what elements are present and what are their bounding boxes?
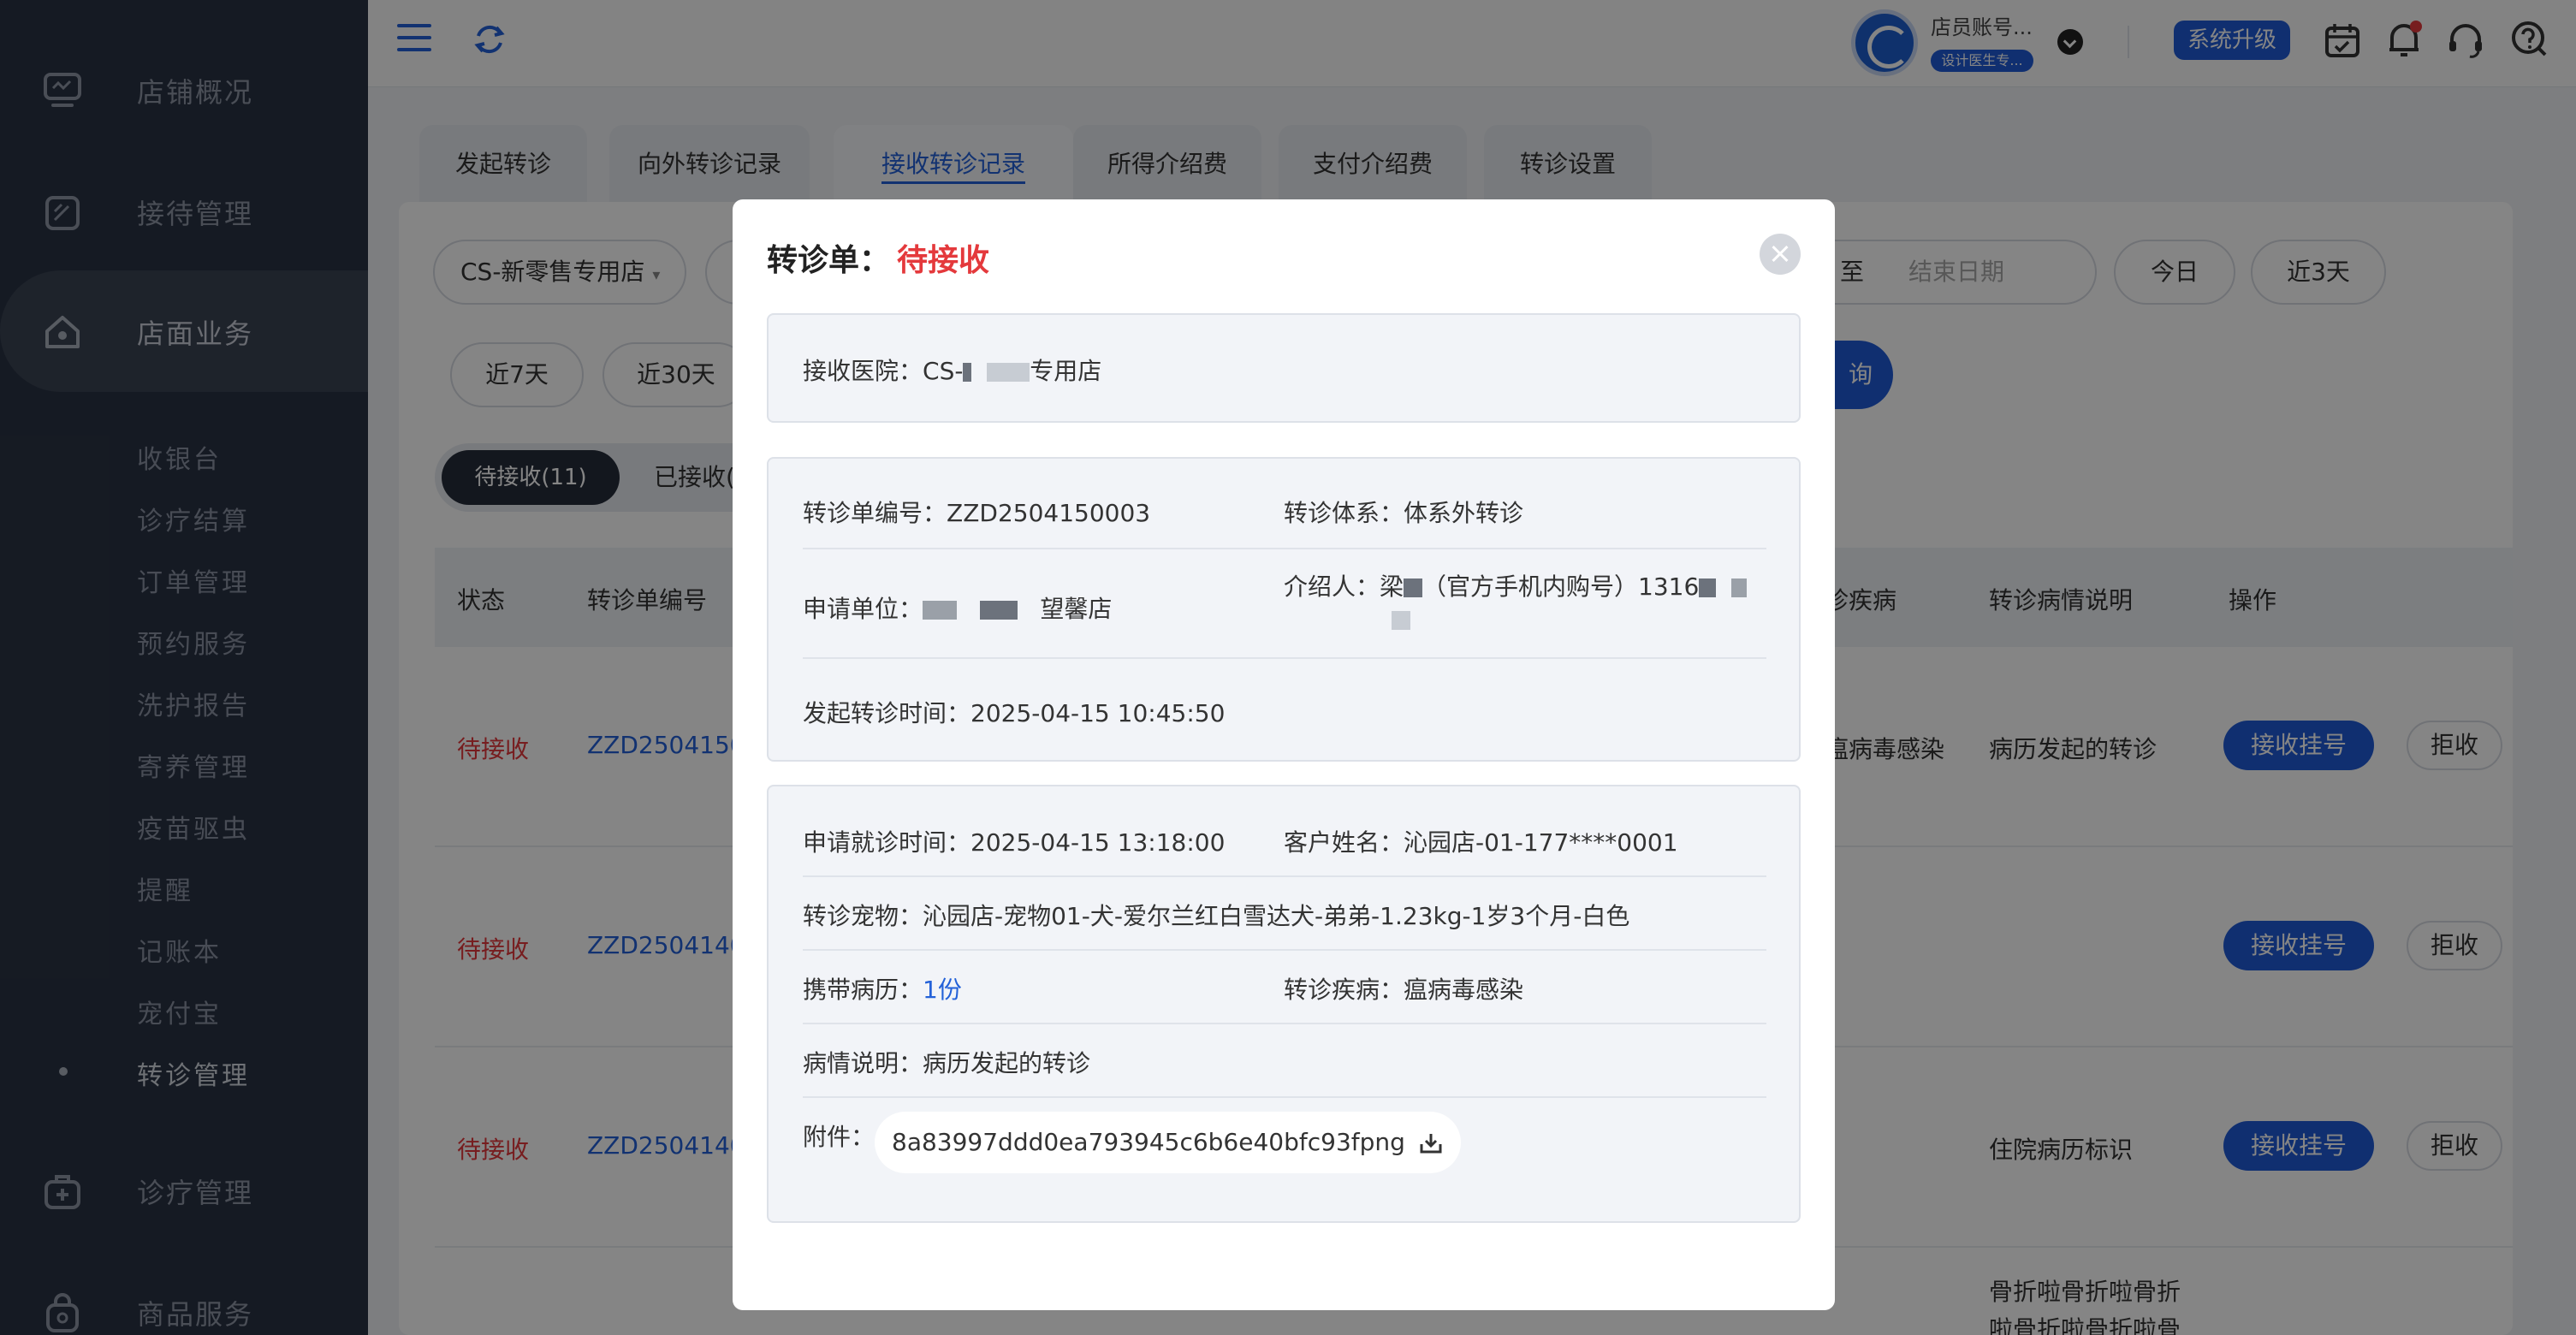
- condition-description: 病情说明：病历发起的转诊: [803, 1045, 1090, 1079]
- modal-title: 转诊单：: [767, 243, 891, 278]
- referral-info-section: 转诊单编号：ZZD2504150003 转诊体系：体系外转诊 申请单位： 望馨店…: [767, 457, 1801, 762]
- field-value: （官方手机内购号）1316: [1422, 573, 1700, 601]
- records-link[interactable]: 1份: [923, 976, 962, 1004]
- field-label: 转诊体系：: [1284, 499, 1404, 527]
- modal-status: 待接收: [897, 243, 990, 278]
- attachment-file[interactable]: 8a83997ddd0ea793945c6b6e40bfc93fpng: [875, 1112, 1461, 1173]
- attachment-filename: 8a83997ddd0ea793945c6b6e40bfc93fpng: [892, 1128, 1405, 1156]
- referral-start-time: 发起转诊时间：2025-04-15 10:45:50: [803, 695, 1225, 729]
- redacted: [987, 363, 1030, 382]
- field-value: 病历发起的转诊: [923, 1049, 1091, 1077]
- redacted: [923, 601, 958, 620]
- divider: [803, 657, 1766, 659]
- field-value: 专用店: [1030, 357, 1102, 385]
- field-label: 接收医院：: [803, 357, 923, 385]
- visit-info-section: 申请就诊时间：2025-04-15 13:18:00 客户姓名：沁园店-01-1…: [767, 785, 1801, 1223]
- redacted: [1392, 611, 1410, 630]
- attachment-label: 附件：: [803, 1123, 875, 1151]
- introducer: 介绍人：梁 （官方手机内购号）1316: [1284, 568, 1748, 602]
- medical-records: 携带病历：1份: [803, 971, 962, 1006]
- field-label: 客户姓名：: [1284, 828, 1404, 857]
- hospital-section: 接收医院：CS- 专用店: [767, 313, 1801, 423]
- field-label: 发起转诊时间：: [803, 699, 971, 727]
- referral-pet: 转诊宠物：沁园店-宠物01-犬-爱尔兰红白雪达犬-弟弟-1.23kg-1岁3个月…: [803, 898, 1629, 932]
- field-label: 介绍人：: [1284, 573, 1380, 601]
- customer-name: 客户姓名：沁园店-01-177****0001: [1284, 824, 1678, 858]
- field-label: 转诊单编号：: [803, 499, 947, 527]
- divider: [803, 1096, 1766, 1098]
- field-value: 2025-04-15 13:18:00: [970, 828, 1226, 857]
- redacted: [1699, 578, 1717, 597]
- field-value: 体系外转诊: [1404, 499, 1524, 527]
- download-icon[interactable]: [1418, 1130, 1444, 1156]
- field-value: 2025-04-15 10:45:50: [970, 699, 1226, 727]
- field-label: 申请就诊时间：: [803, 828, 971, 857]
- receiving-hospital: 接收医院：CS- 专用店: [803, 353, 1101, 387]
- divider: [803, 548, 1766, 549]
- field-value: 望馨店: [1040, 595, 1113, 623]
- field-label: 转诊宠物：: [803, 902, 923, 930]
- divider: [803, 1023, 1766, 1024]
- divider: [803, 875, 1766, 877]
- close-icon[interactable]: [1760, 234, 1801, 275]
- field-value: 沁园店-01-177****0001: [1404, 828, 1678, 857]
- field-label: 申请单位：: [803, 595, 923, 623]
- redacted: [1731, 578, 1748, 597]
- referral-system: 转诊体系：体系外转诊: [1284, 495, 1523, 529]
- referral-no: 转诊单编号：ZZD2504150003: [803, 495, 1150, 529]
- visit-time: 申请就诊时间：2025-04-15 13:18:00: [803, 824, 1225, 858]
- applicant-unit: 申请单位： 望馨店: [803, 590, 1112, 625]
- referral-detail-modal: 转诊单： 待接收 接收医院：CS- 专用店 转诊单编号：ZZD250415000…: [733, 199, 1835, 1310]
- field-label: 转诊疾病：: [1284, 976, 1404, 1004]
- redacted: [963, 363, 972, 382]
- field-label: 病情说明：: [803, 1049, 923, 1077]
- field-value: 梁: [1380, 573, 1404, 601]
- field-value: 瘟病毒感染: [1404, 976, 1524, 1004]
- field-value: ZZD2504150003: [947, 499, 1151, 527]
- field-value: CS-: [923, 357, 964, 385]
- divider: [803, 949, 1766, 951]
- field-label: 携带病历：: [803, 976, 923, 1004]
- referral-disease: 转诊疾病：瘟病毒感染: [1284, 971, 1523, 1006]
- redacted: [1404, 578, 1423, 597]
- field-value: 沁园店-宠物01-犬-爱尔兰红白雪达犬-弟弟-1.23kg-1岁3个月-白色: [923, 902, 1630, 930]
- redacted: [979, 601, 1018, 620]
